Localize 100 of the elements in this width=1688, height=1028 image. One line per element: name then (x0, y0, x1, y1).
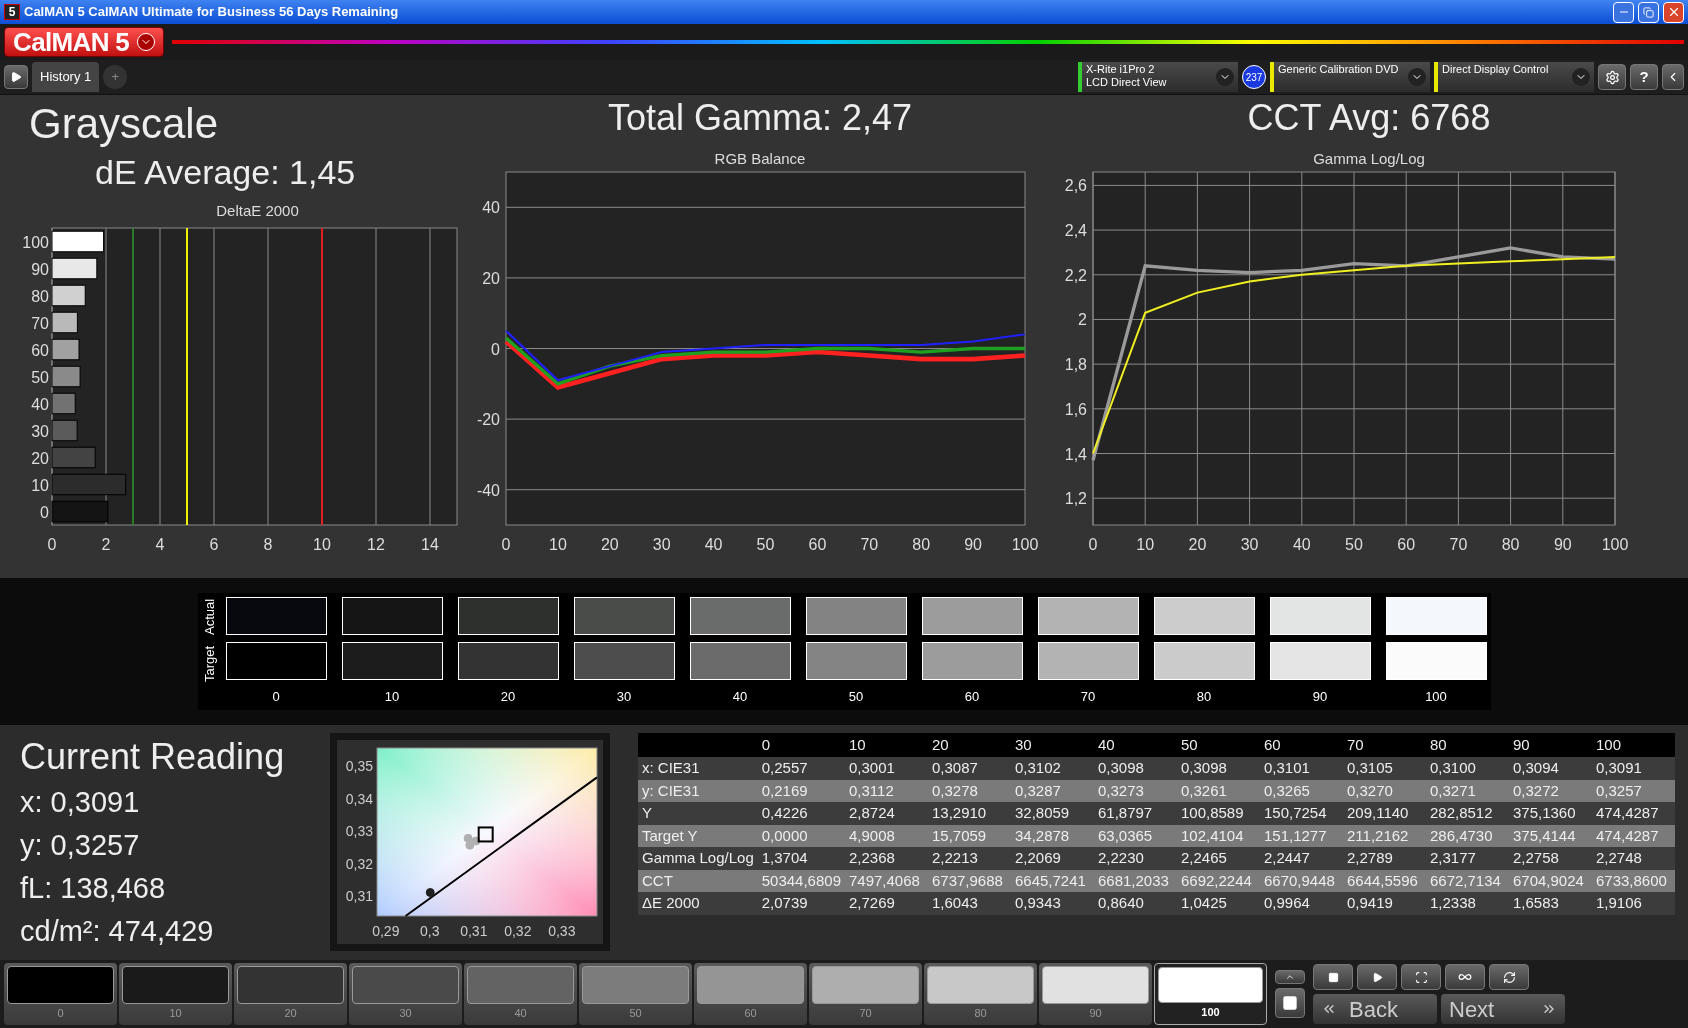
axis-tick-label: -20 (476, 411, 500, 429)
table-row-label: CCT (638, 869, 758, 892)
axis-tick-label: 20 (1188, 536, 1207, 553)
table-cell: 474,4287 (1592, 824, 1675, 847)
patch-button[interactable]: 0 (4, 963, 117, 1025)
app-menu-button[interactable]: CalMAN 5 (4, 27, 165, 57)
table-cell: 1,6043 (928, 892, 1011, 915)
table-cell: 286,4730 (1426, 824, 1509, 847)
swatch-label: 60 (963, 687, 981, 706)
device-selector[interactable]: Direct Display Control (1434, 62, 1594, 92)
axis-tick-label: 0,32 (345, 855, 373, 872)
table-cell: 0,3270 (1343, 779, 1426, 802)
axis-tick-label: 0 (501, 536, 511, 553)
axis-tick-label: 10 (313, 536, 331, 553)
axis-tick-label: 20 (482, 269, 500, 287)
axis-tick-label: 60 (808, 536, 827, 553)
patch-button[interactable]: 70 (809, 963, 922, 1025)
axis-tick-label: 40 (482, 199, 500, 217)
patch-button[interactable]: 20 (234, 963, 347, 1025)
swatch-label: 0 (271, 687, 281, 706)
row-label: Target (201, 644, 218, 684)
patch-button[interactable]: 10 (119, 963, 232, 1025)
table-cell: 2,2748 (1592, 847, 1675, 870)
table-cell: 6704,9024 (1509, 869, 1592, 892)
axis-tick-label: 4 (155, 536, 165, 553)
table-row-label: ΔE 2000 (638, 892, 758, 915)
table-cell: 2,8724 (845, 802, 928, 825)
axis-tick-label: 0,29 (372, 923, 400, 939)
table-cell: 6670,9448 (1260, 869, 1343, 892)
axis-tick-label: 6 (209, 536, 219, 553)
table-cell: 0,3098 (1094, 757, 1177, 780)
table-cell: 1,2338 (1426, 892, 1509, 915)
patch-button[interactable]: 90 (1039, 963, 1152, 1025)
axis-tick-label: 40 (1292, 536, 1311, 553)
axis-tick-label: 60 (1397, 536, 1416, 553)
reading-title: Current Reading (20, 735, 286, 779)
axis-tick-label: 80 (31, 287, 49, 305)
help-button[interactable]: ? (1630, 64, 1658, 90)
axis-tick-label: 1,4 (1064, 445, 1087, 463)
table-cell: 474,4287 (1592, 802, 1675, 825)
table-cell: 1,0425 (1177, 892, 1260, 915)
table-row-label: y: CIE31 (638, 779, 758, 802)
axis-tick-label: 80 (912, 536, 931, 553)
table-cell: 0,9964 (1260, 892, 1343, 915)
table-cell: 61,8797 (1094, 802, 1177, 825)
table-row-label: Gamma Log/Log (638, 847, 758, 870)
axis-tick-label: 0,3 (420, 923, 440, 939)
table-cell: 6733,8600 (1592, 869, 1675, 892)
table-cell: 375,4144 (1509, 824, 1592, 847)
table-cell: 2,2368 (845, 847, 928, 870)
device-selector[interactable]: Generic Calibration DVD (1270, 62, 1430, 92)
axis-tick-label: 100 (1011, 536, 1039, 553)
axis-tick-label: 0,32 (504, 923, 532, 939)
chart-title: RGB Balance (713, 149, 807, 168)
swatch-label: 70 (1079, 687, 1097, 706)
swatch-label: 50 (847, 687, 865, 706)
add-tab-button[interactable]: + (103, 65, 128, 89)
axis-tick-label: 2,4 (1064, 222, 1087, 240)
table-header: 50 (1177, 733, 1260, 757)
patch-button[interactable]: 60 (694, 963, 807, 1025)
table-cell: 13,2910 (928, 802, 1011, 825)
axis-tick-label: 90 (31, 260, 49, 278)
table-cell: 6672,7134 (1426, 869, 1509, 892)
table-cell: 34,2878 (1011, 824, 1094, 847)
table-cell: 0,3094 (1509, 757, 1592, 780)
axis-tick-label: 2,2 (1064, 266, 1087, 284)
patch-button[interactable]: 30 (349, 963, 462, 1025)
back-button[interactable]: Back (1313, 994, 1437, 1024)
table-cell: 0,0000 (757, 824, 845, 847)
tab[interactable]: History 1 (32, 62, 100, 92)
table-cell: 0,3272 (1509, 779, 1592, 802)
table-cell: 2,7269 (845, 892, 928, 915)
patch-button[interactable]: 40 (464, 963, 577, 1025)
axis-tick-label: 0,35 (345, 757, 373, 774)
window-title: CalMAN 5 CalMAN Ultimate for Business 56 Days Remaining (24, 3, 399, 22)
patch-button[interactable]: 50 (579, 963, 692, 1025)
axis-tick-label: 0,31 (460, 923, 488, 939)
table-row-label: x: CIE31 (638, 757, 758, 780)
table-cell: 6644,5596 (1343, 869, 1426, 892)
table-cell: 102,4104 (1177, 824, 1260, 847)
table-cell: 6737,9688 (928, 869, 1011, 892)
table-cell: 50344,6809 (757, 869, 845, 892)
axis-tick-label: 8 (263, 536, 273, 553)
table-header: 10 (845, 733, 928, 757)
table-cell: 0,3271 (1426, 779, 1509, 802)
total-gamma: Total Gamma: 2,47 (606, 96, 914, 140)
table-cell: 0,3100 (1426, 757, 1509, 780)
table-cell: 100,8589 (1177, 802, 1260, 825)
swatch-label: 90 (1311, 687, 1329, 706)
table-cell: 6692,2244 (1177, 869, 1260, 892)
axis-tick-label: 2 (101, 536, 111, 553)
device-selector[interactable]: X-Rite i1Pro 2 LCD Direct View (1078, 62, 1238, 92)
patch-button[interactable]: 80 (924, 963, 1037, 1025)
patch-button[interactable]: 100 (1154, 963, 1267, 1025)
axis-tick-label: 0 (40, 503, 49, 521)
table-cell: 0,9419 (1343, 892, 1426, 915)
table-header: 30 (1011, 733, 1094, 757)
table-cell: 4,9008 (845, 824, 928, 847)
chart-title: DeltaE 2000 (215, 201, 300, 220)
next-button[interactable]: Next (1441, 994, 1565, 1024)
